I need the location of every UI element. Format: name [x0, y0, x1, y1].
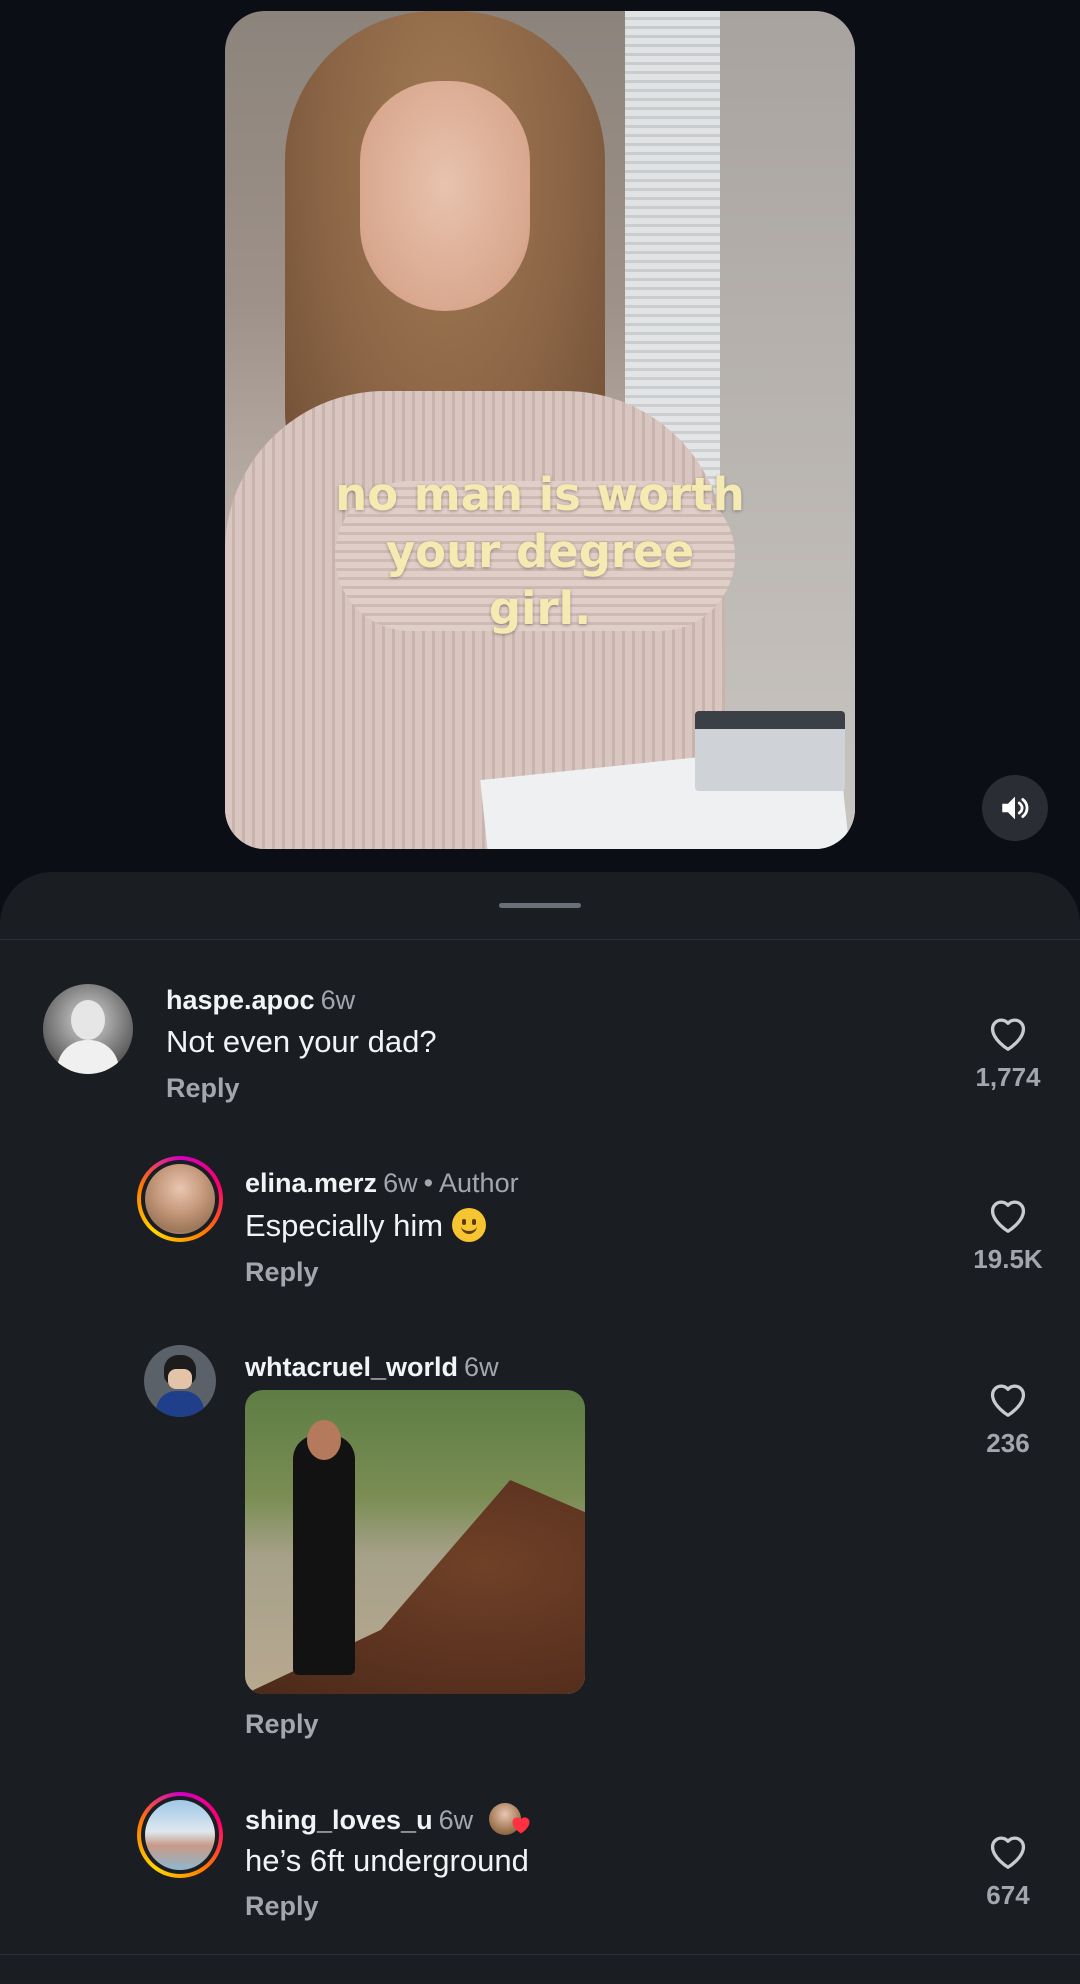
- comment-text: Especially him: [245, 1206, 486, 1246]
- avatar: [145, 1164, 215, 1234]
- comment-meta: whtacruel_world 6w: [245, 1351, 499, 1383]
- heart-filled-icon: [512, 1817, 530, 1834]
- man-head: [307, 1420, 341, 1460]
- heart-icon: [990, 1018, 1026, 1051]
- comment-meta: haspe.apoc 6w: [166, 984, 355, 1016]
- comment-username[interactable]: shing_loves_u: [245, 1805, 433, 1835]
- like-count: 19.5K: [973, 1244, 1043, 1274]
- sheet-drag-handle[interactable]: [499, 903, 581, 908]
- reply-button[interactable]: Reply: [245, 1256, 319, 1288]
- like-count: 674: [986, 1880, 1030, 1910]
- comment-text-content: Especially him: [245, 1208, 444, 1243]
- comment-gif-image[interactable]: [245, 1390, 585, 1694]
- comments-sheet: haspe.apoc 6w Not even your dad? Reply 1,…: [0, 872, 1080, 1984]
- video-caption: no man is worth your degree girl.: [225, 466, 855, 637]
- comment-username[interactable]: whtacruel_world: [245, 1352, 458, 1382]
- story-ring[interactable]: [137, 1792, 223, 1878]
- like-count: 236: [986, 1428, 1030, 1458]
- comment-meta: shing_loves_u 6w: [245, 1803, 533, 1837]
- comment-text: he’s 6ft underground: [245, 1843, 529, 1878]
- comment-text: Not even your dad?: [166, 1024, 437, 1059]
- comment-time: 6w: [464, 1352, 499, 1382]
- heart-icon: [990, 1836, 1026, 1869]
- comment-meta: elina.merz 6w • Author: [245, 1167, 519, 1199]
- like-button[interactable]: 674: [953, 1830, 1063, 1911]
- avatar[interactable]: [144, 1345, 216, 1417]
- avatar: [145, 1800, 215, 1870]
- reply-button[interactable]: Reply: [166, 1072, 240, 1104]
- separator-dot: •: [423, 1168, 434, 1198]
- caption-line: girl.: [488, 582, 592, 635]
- sound-toggle-button[interactable]: [982, 775, 1048, 841]
- sheet-divider: [0, 939, 1080, 940]
- author-badge: Author: [439, 1168, 519, 1198]
- reply-button[interactable]: Reply: [245, 1708, 319, 1740]
- emoji-reaction-bar: [0, 1954, 1080, 1984]
- reel-video[interactable]: no man is worth your degree girl.: [225, 11, 855, 849]
- books: [695, 711, 845, 791]
- like-button[interactable]: 19.5K: [953, 1194, 1063, 1275]
- comment-time: 6w: [438, 1805, 474, 1835]
- comment-username[interactable]: haspe.apoc: [166, 985, 315, 1015]
- heart-icon: [990, 1200, 1026, 1233]
- reel-viewer: no man is worth your degree girl.: [0, 0, 1080, 870]
- man-figure: [293, 1435, 355, 1675]
- like-button[interactable]: 1,774: [953, 1012, 1063, 1093]
- comment-time: 6w: [383, 1168, 418, 1198]
- caption-line: no man is worth: [335, 468, 745, 521]
- slightly-smiling-face-icon: [451, 1208, 486, 1242]
- caption-line: your degree: [385, 525, 695, 578]
- reply-button[interactable]: Reply: [245, 1890, 319, 1922]
- story-ring[interactable]: [137, 1156, 223, 1242]
- like-count: 1,774: [975, 1062, 1041, 1092]
- heart-icon: [990, 1384, 1026, 1417]
- speaker-icon: [1002, 796, 1029, 820]
- avatar[interactable]: [43, 984, 133, 1074]
- comment-username[interactable]: elina.merz: [245, 1168, 377, 1198]
- comment-time: 6w: [320, 985, 356, 1015]
- person-face: [360, 81, 530, 311]
- like-button[interactable]: 236: [953, 1378, 1063, 1459]
- liked-by-author-badge: [488, 1803, 533, 1837]
